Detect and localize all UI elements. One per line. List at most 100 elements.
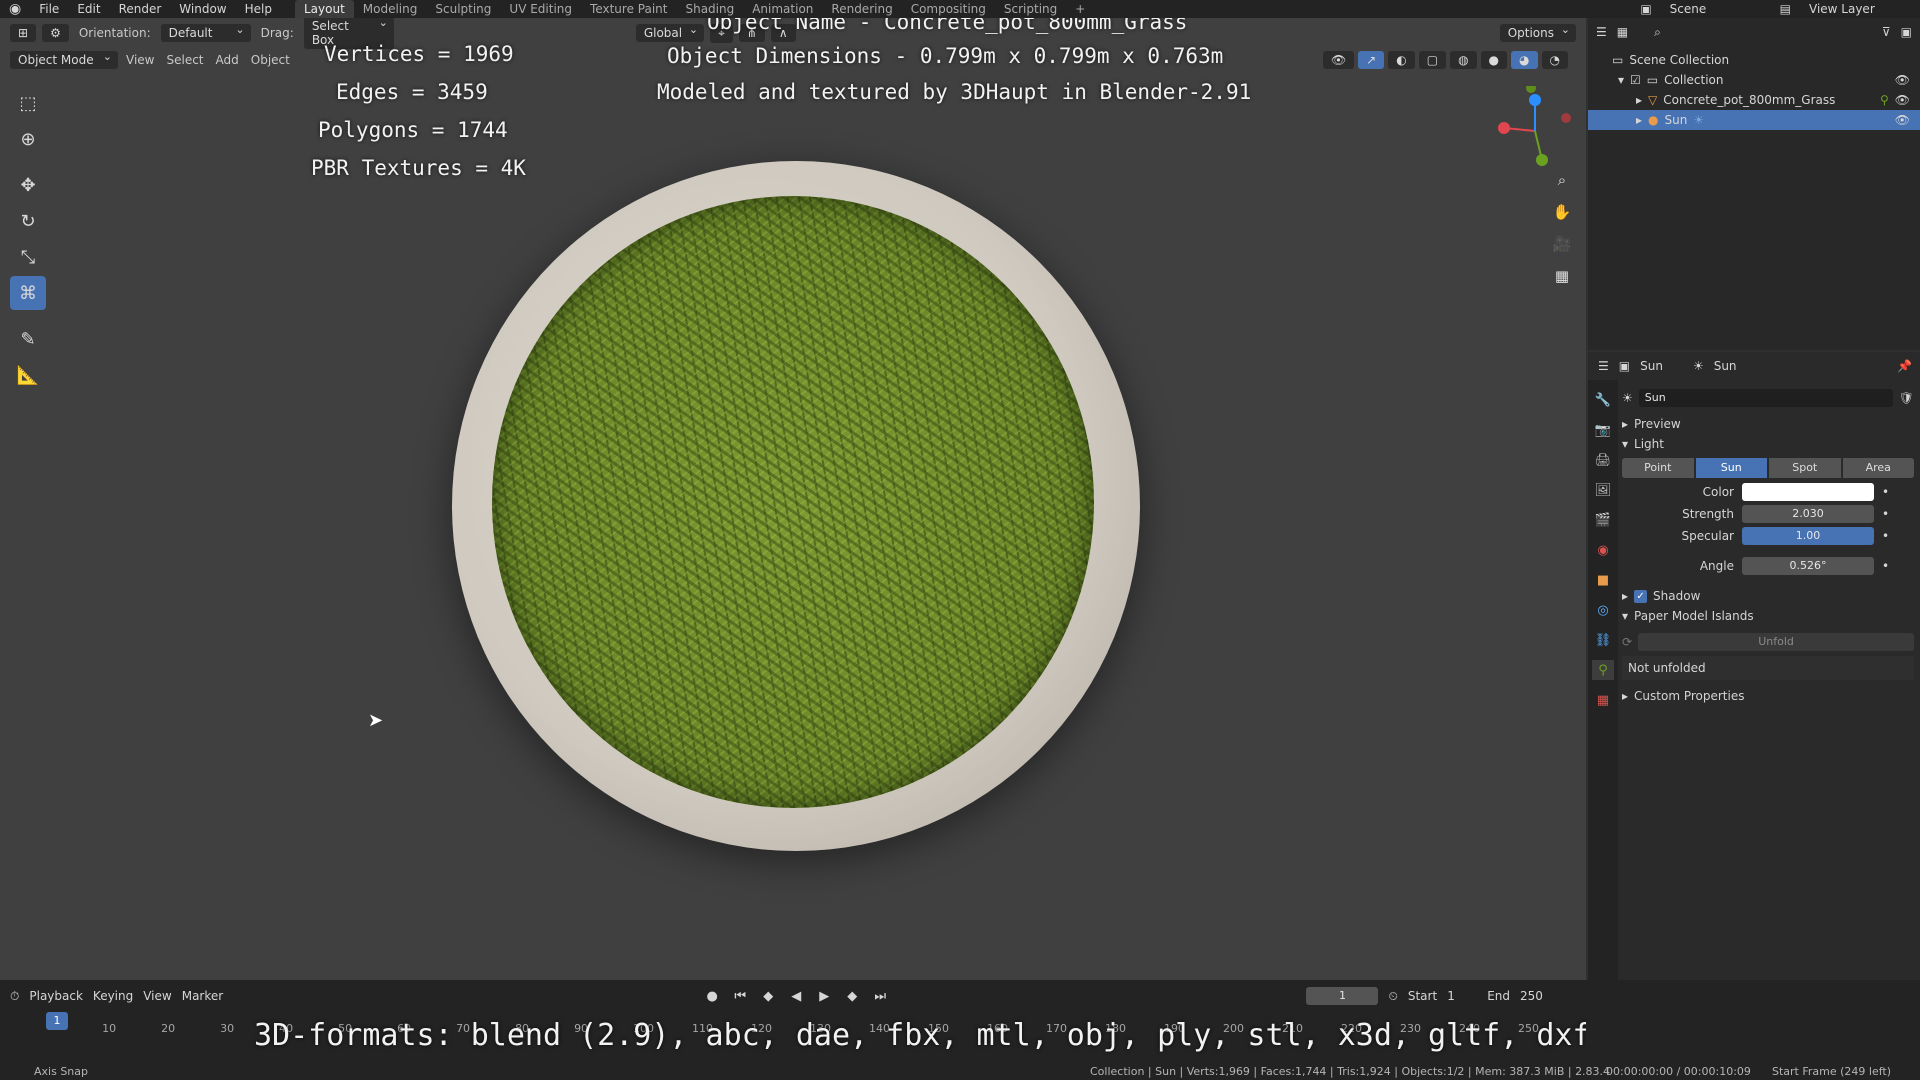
annotate-icon[interactable]: ✎: [10, 322, 46, 356]
shadow-panel-header[interactable]: ▸ ✓ Shadow: [1622, 586, 1914, 606]
checkbox-icon[interactable]: ☑: [1630, 73, 1641, 87]
add-workspace-icon[interactable]: +: [1066, 0, 1094, 18]
light-type-sun[interactable]: Sun: [1695, 458, 1767, 478]
tab-texture-paint[interactable]: Texture Paint: [581, 0, 676, 18]
world-tab-icon[interactable]: ◉: [1592, 540, 1614, 560]
unfold-button[interactable]: Unfold: [1638, 633, 1914, 651]
shadow-checkbox[interactable]: ✓: [1634, 589, 1648, 603]
color-swatch[interactable]: [1742, 483, 1874, 501]
properties-editor-icon[interactable]: ☰: [1598, 359, 1609, 373]
tab-scripting[interactable]: Scripting: [995, 0, 1066, 18]
measure-icon[interactable]: 📐: [10, 358, 46, 392]
object-tab-icon[interactable]: ■: [1592, 570, 1614, 590]
xray-icon[interactable]: ▢: [1418, 51, 1447, 69]
filter-icon[interactable]: ⊽: [1882, 25, 1891, 39]
keyframe-dot-icon[interactable]: •: [1882, 559, 1889, 573]
rotate-icon[interactable]: ↻: [10, 204, 46, 238]
light-type-spot[interactable]: Spot: [1769, 458, 1841, 478]
strength-field[interactable]: 2.030: [1742, 505, 1874, 523]
menu-window[interactable]: Window: [170, 0, 235, 18]
view-layer-tab-icon[interactable]: 🖼: [1592, 480, 1614, 500]
search-icon[interactable]: ⌕: [1654, 25, 1661, 40]
overlay-icon[interactable]: ◐: [1388, 51, 1415, 69]
specular-field[interactable]: 1.00: [1742, 527, 1874, 545]
outliner-item-pot[interactable]: ▸ ▽ Concrete_pot_800mm_Grass ⚲ 👁: [1588, 90, 1920, 110]
output-tab-icon[interactable]: 🖨: [1592, 450, 1614, 470]
outliner-item-sun[interactable]: ▸ ● Sun ☀ 👁: [1588, 110, 1920, 130]
blender-logo-icon[interactable]: ◉: [0, 0, 30, 18]
expand-icon[interactable]: ▸: [1636, 93, 1642, 107]
menu-help[interactable]: Help: [236, 0, 281, 18]
options-dropdown[interactable]: Options: [1499, 23, 1576, 42]
menu-select[interactable]: Select: [162, 51, 207, 69]
tab-sculpting[interactable]: Sculpting: [426, 0, 500, 18]
new-collection-icon[interactable]: ▣: [1901, 25, 1912, 39]
collection-row[interactable]: ▾ ☑ ▭ Collection 👁: [1588, 70, 1920, 90]
select-box-icon[interactable]: ⬚: [10, 86, 46, 120]
wireframe-shading-icon[interactable]: ◍: [1450, 51, 1477, 69]
orientation-dropdown[interactable]: Default: [160, 23, 251, 42]
angle-field[interactable]: 0.526°: [1742, 557, 1874, 575]
transform-orientation-dropdown[interactable]: Global: [635, 23, 705, 42]
view-layer-name[interactable]: View Layer: [1800, 0, 1920, 18]
render-tab-icon[interactable]: 📷: [1592, 420, 1614, 440]
navigation-gizmo[interactable]: [1490, 83, 1580, 176]
light-type-area[interactable]: Area: [1842, 458, 1914, 478]
tab-animation[interactable]: Animation: [743, 0, 822, 18]
editor-type-icon[interactable]: ⊞: [10, 24, 37, 42]
cursor-icon[interactable]: ⊕: [10, 122, 46, 156]
material-shading-icon[interactable]: ◕: [1511, 51, 1538, 69]
keyframe-dot-icon[interactable]: •: [1882, 507, 1889, 521]
camera-icon[interactable]: 🎥: [1548, 230, 1576, 258]
menu-render[interactable]: Render: [110, 0, 171, 18]
keyframe-dot-icon[interactable]: •: [1882, 529, 1889, 543]
physics-tab-icon[interactable]: ◎: [1592, 600, 1614, 620]
preview-panel-header[interactable]: ▸ Preview: [1622, 414, 1914, 434]
light-type-icon[interactable]: ☀: [1622, 391, 1633, 405]
scene-collection-row[interactable]: ▭ Scene Collection: [1588, 50, 1920, 70]
tool-settings-icon[interactable]: ⚙: [42, 24, 69, 42]
tab-compositing[interactable]: Compositing: [902, 0, 995, 18]
gizmo-icon[interactable]: ↗: [1358, 51, 1385, 69]
refresh-icon[interactable]: ⟳: [1622, 635, 1632, 649]
menu-object[interactable]: Object: [247, 51, 294, 69]
3d-viewport[interactable]: ⊞ ⚙ Orientation: Default Drag: Select Bo…: [0, 18, 1586, 980]
context-data[interactable]: Sun: [1714, 359, 1737, 373]
move-icon[interactable]: ✥: [10, 168, 46, 202]
texture-tab-icon[interactable]: ▦: [1592, 690, 1614, 710]
rendered-shading-icon[interactable]: ◔: [1541, 51, 1568, 69]
expand-icon[interactable]: ▾: [1618, 73, 1624, 87]
light-data-tab-icon[interactable]: ⚲: [1592, 660, 1614, 680]
menu-file[interactable]: File: [30, 0, 68, 18]
menu-view[interactable]: View: [122, 51, 158, 69]
eye-icon[interactable]: 👁: [1895, 113, 1910, 127]
fake-user-icon[interactable]: 🛡: [1899, 391, 1914, 405]
menu-edit[interactable]: Edit: [68, 0, 109, 18]
menu-add[interactable]: Add: [212, 51, 243, 69]
context-object[interactable]: Sun: [1640, 359, 1663, 373]
custom-props-panel-header[interactable]: ▸ Custom Properties: [1622, 686, 1914, 706]
datablock-name-field[interactable]: Sun: [1638, 389, 1893, 407]
playhead[interactable]: 1: [46, 1012, 68, 1030]
keyframe-dot-icon[interactable]: •: [1882, 485, 1889, 499]
constraints-tab-icon[interactable]: ⛓: [1592, 630, 1614, 650]
scene-name[interactable]: Scene: [1661, 0, 1771, 18]
tab-modeling[interactable]: Modeling: [354, 0, 427, 18]
scene-icon[interactable]: ▣: [1631, 0, 1660, 18]
eye-icon[interactable]: 👁: [1895, 73, 1910, 87]
grid-view-icon[interactable]: ▦: [1548, 262, 1576, 290]
paper-model-panel-header[interactable]: ▾ Paper Model Islands: [1622, 606, 1914, 626]
tab-layout[interactable]: Layout: [294, 0, 354, 18]
eye-icon[interactable]: 👁: [1895, 93, 1910, 107]
tab-uv-editing[interactable]: UV Editing: [500, 0, 581, 18]
tab-rendering[interactable]: Rendering: [822, 0, 901, 18]
outliner-editor-icon[interactable]: ☰: [1596, 25, 1607, 39]
pin-icon[interactable]: 📌: [1897, 359, 1912, 373]
grass[interactable]: [492, 196, 1094, 808]
mode-dropdown[interactable]: Object Mode: [10, 50, 118, 69]
visibility-icon[interactable]: 👁: [1322, 51, 1355, 69]
solid-shading-icon[interactable]: ●: [1480, 51, 1508, 69]
scene-tab-icon[interactable]: 🎬: [1592, 510, 1614, 530]
tab-shading[interactable]: Shading: [676, 0, 743, 18]
tool-tab-icon[interactable]: 🔧: [1592, 390, 1614, 410]
